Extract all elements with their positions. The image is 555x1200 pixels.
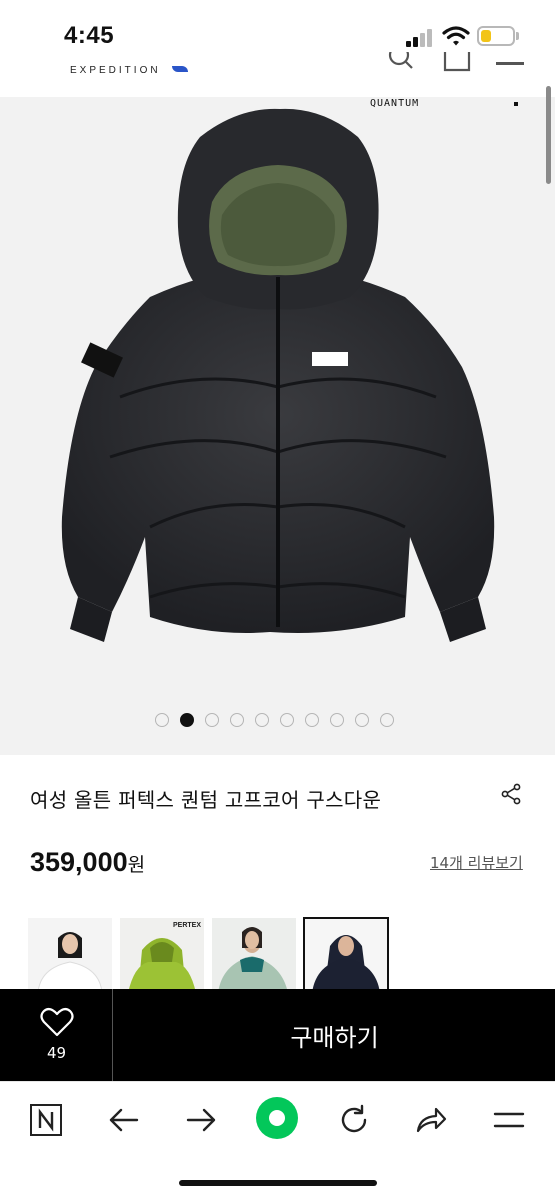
wifi-icon <box>442 26 470 46</box>
brand-logo[interactable]: EXPEDITION <box>70 65 161 76</box>
home-indicator[interactable] <box>179 1180 377 1186</box>
forward-arrow-icon[interactable] <box>184 1103 218 1137</box>
cellular-signal-icon <box>406 29 434 47</box>
carousel-dot[interactable] <box>330 713 344 727</box>
carousel-dot[interactable] <box>305 713 319 727</box>
price-value: 359,000 <box>30 847 128 877</box>
puffer-jacket-image <box>61 108 495 642</box>
carousel-dot[interactable] <box>205 713 219 727</box>
menu-icon[interactable] <box>496 62 524 65</box>
battery-icon <box>477 26 515 46</box>
share-arrow-icon[interactable] <box>414 1103 448 1137</box>
back-arrow-icon[interactable] <box>107 1103 141 1137</box>
carousel-dot[interactable] <box>380 713 394 727</box>
shopping-bag-icon[interactable] <box>442 52 472 72</box>
refresh-icon[interactable] <box>337 1103 371 1137</box>
like-count: 49 <box>46 1044 67 1062</box>
brand-mark-icon <box>172 66 188 72</box>
thumbnail-label: PERTEX <box>173 922 202 929</box>
collection-dot <box>514 102 518 106</box>
heart-icon <box>40 1007 74 1037</box>
carousel-pagination <box>155 713 394 727</box>
carousel-dot[interactable] <box>230 713 244 727</box>
menu-icon[interactable] <box>492 1103 526 1137</box>
buy-bar: 49 구매하기 <box>0 989 555 1081</box>
status-time: 4:45 <box>64 22 115 49</box>
share-icon[interactable] <box>500 783 522 805</box>
thumbnail-navy[interactable] <box>303 917 389 994</box>
color-thumbnails: PERTEX <box>28 917 389 994</box>
price-unit: 원 <box>127 854 146 876</box>
carousel-dot[interactable] <box>280 713 294 727</box>
green-dot-icon[interactable] <box>255 1096 299 1140</box>
battery-cap <box>516 32 519 40</box>
search-icon[interactable] <box>388 52 414 70</box>
thumbnail-lime[interactable]: PERTEX <box>120 918 204 993</box>
carousel-dot-active[interactable] <box>180 713 194 727</box>
carousel-dot[interactable] <box>155 713 169 727</box>
collection-tag: QUANTUM <box>370 98 420 109</box>
thumbnail-white[interactable] <box>28 918 112 993</box>
naver-n-icon[interactable] <box>29 1103 63 1137</box>
scrollbar[interactable] <box>546 86 551 184</box>
reviews-link[interactable]: 14개 리뷰보기 <box>430 852 523 873</box>
product-image-carousel[interactable] <box>0 97 555 755</box>
product-title: 여성 올튼 퍼텍스 퀀텀 고프코어 구스다운 <box>30 788 382 812</box>
product-price: 359,000원 <box>30 847 145 878</box>
carousel-dot[interactable] <box>355 713 369 727</box>
thumbnail-mint[interactable] <box>212 918 296 993</box>
carousel-dot[interactable] <box>255 713 269 727</box>
like-button[interactable]: 49 <box>0 989 113 1081</box>
buy-button[interactable]: 구매하기 <box>114 989 555 1081</box>
